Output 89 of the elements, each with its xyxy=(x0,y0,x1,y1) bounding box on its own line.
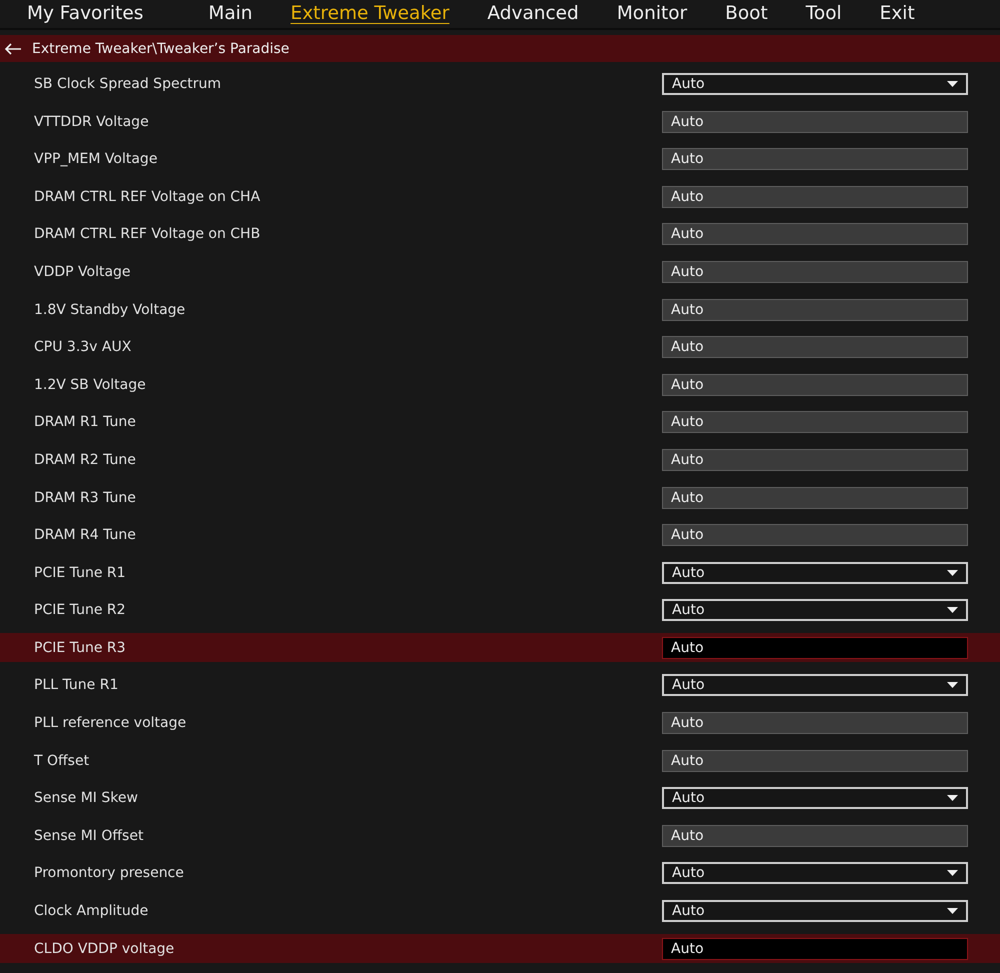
input-field[interactable]: Auto xyxy=(662,186,968,208)
setting-row[interactable]: DRAM CTRL REF Voltage on CHB Auto xyxy=(0,220,1000,249)
setting-row[interactable]: PCIE Tune R1 Auto xyxy=(0,558,1000,588)
setting-row[interactable]: Sense MI Skew Auto xyxy=(0,784,1000,813)
setting-row[interactable]: DRAM R1 Tune Auto xyxy=(0,408,1000,437)
back-arrow-icon[interactable] xyxy=(4,42,22,54)
caret-icon xyxy=(947,795,958,802)
setting-label: PCIE Tune R3 xyxy=(34,640,127,656)
setting-label: Clock Amplitude xyxy=(34,903,150,920)
selected-row-highlight[interactable]: CLDO VDDP voltage Auto xyxy=(0,934,1000,964)
setting-row[interactable]: 1.8V Standby Voltage Auto xyxy=(0,295,1000,324)
input-field[interactable]: Auto xyxy=(662,712,968,734)
input-field[interactable]: Auto xyxy=(662,148,968,170)
setting-label: DRAM R1 Tune xyxy=(34,414,137,430)
setting-row[interactable]: Clock Amplitude Auto xyxy=(0,896,1000,926)
setting-label: Sense MI Offset xyxy=(34,828,144,844)
setting-label: PCIE Tune R1 xyxy=(34,564,127,581)
setting-label: T Offset xyxy=(34,752,90,769)
setting-row[interactable]: PLL Tune R1 Auto xyxy=(0,670,1000,700)
setting-row[interactable]: DRAM R2 Tune Auto xyxy=(0,445,1000,474)
setting-label: DRAM R4 Tune xyxy=(34,527,137,544)
input-field[interactable]: Auto xyxy=(662,824,968,847)
dropdown[interactable]: Auto xyxy=(662,674,968,696)
dropdown[interactable]: Auto xyxy=(662,72,968,95)
input-field[interactable]: Auto xyxy=(662,750,968,772)
menu-tab[interactable]: Tool xyxy=(806,1,842,27)
input-field[interactable]: Auto xyxy=(662,260,968,283)
caret-icon xyxy=(947,870,958,876)
input-field[interactable]: Auto xyxy=(662,298,968,321)
setting-row[interactable]: DRAM R4 Tune Auto xyxy=(0,520,1000,550)
menu-tab[interactable]: Extreme Tweaker xyxy=(290,1,450,27)
menu-tab[interactable]: Exit xyxy=(880,1,915,27)
setting-label: CLDO VDDP voltage xyxy=(34,940,176,957)
setting-row[interactable]: DRAM CTRL REF Voltage on CHA Auto xyxy=(0,182,1000,212)
menu-tab[interactable]: Main xyxy=(208,1,253,27)
setting-row[interactable]: VPP_MEM Voltage Auto xyxy=(0,144,1000,174)
dropdown[interactable]: Auto xyxy=(662,787,968,810)
input-field[interactable]: Auto xyxy=(662,374,968,396)
setting-row[interactable]: DRAM R3 Tune Auto xyxy=(0,483,1000,512)
setting-label: PLL reference voltage xyxy=(34,715,188,732)
setting-label: DRAM CTRL REF Voltage on CHA xyxy=(34,188,262,205)
caret-icon xyxy=(947,908,958,914)
dropdown[interactable]: Auto xyxy=(662,562,968,584)
setting-label: CPU 3.3v AUX xyxy=(34,339,132,356)
input-field[interactable]: Auto xyxy=(662,938,968,960)
breadcrumb-path: Extreme Tweaker\Tweaker’s Paradise xyxy=(32,40,290,56)
setting-row[interactable]: VDDP Voltage Auto xyxy=(0,257,1000,286)
input-field[interactable]: Auto xyxy=(662,636,968,659)
setting-label: 1.2V SB Voltage xyxy=(34,376,147,393)
input-field[interactable]: Auto xyxy=(662,524,968,546)
menu-tab[interactable]: Advanced xyxy=(487,1,579,27)
menu-tab[interactable]: Monitor xyxy=(616,1,688,27)
setting-label: VDDP Voltage xyxy=(34,264,132,280)
setting-label: DRAM R3 Tune xyxy=(34,490,137,506)
setting-row[interactable]: 1.2V SB Voltage Auto xyxy=(0,370,1000,400)
input-field[interactable]: Auto xyxy=(662,448,968,471)
dropdown[interactable]: Auto xyxy=(662,862,968,884)
setting-label: DRAM R2 Tune xyxy=(34,452,137,468)
setting-row[interactable]: PCIE Tune R2 Auto xyxy=(0,596,1000,625)
menu-tab[interactable]: My Favorites xyxy=(27,1,144,27)
caret-icon xyxy=(947,570,958,576)
setting-row[interactable]: VTTDDR Voltage Auto xyxy=(0,107,1000,136)
setting-label: 1.8V Standby Voltage xyxy=(34,302,186,318)
caret-icon xyxy=(947,80,958,87)
setting-label: PLL Tune R1 xyxy=(34,677,120,694)
setting-row[interactable]: Promontory presence Auto xyxy=(0,858,1000,888)
setting-label: PCIE Tune R2 xyxy=(34,602,127,618)
setting-row[interactable]: Sense MI Offset Auto xyxy=(0,821,1000,850)
setting-row[interactable]: SB Clock Spread Spectrum Auto xyxy=(0,69,1000,98)
dropdown[interactable]: Auto xyxy=(662,599,968,622)
dropdown[interactable]: Auto xyxy=(662,900,968,922)
setting-label: VPP_MEM Voltage xyxy=(34,151,158,168)
setting-row[interactable]: T Offset Auto xyxy=(0,746,1000,776)
input-field[interactable]: Auto xyxy=(662,486,968,509)
menu-tab[interactable]: Boot xyxy=(725,1,768,27)
setting-label: VTTDDR Voltage xyxy=(34,114,150,130)
caret-icon xyxy=(947,682,958,688)
input-field[interactable]: Auto xyxy=(662,336,968,358)
input-field[interactable]: Auto xyxy=(662,223,968,246)
setting-label: Sense MI Skew xyxy=(34,790,139,806)
input-field[interactable]: Auto xyxy=(662,110,968,133)
input-field[interactable]: Auto xyxy=(662,411,968,434)
setting-row[interactable]: PLL reference voltage Auto xyxy=(0,708,1000,738)
setting-label: Promontory presence xyxy=(34,865,185,882)
setting-row[interactable]: CPU 3.3v AUX Auto xyxy=(0,332,1000,362)
selected-row-highlight[interactable]: PCIE Tune R3 Auto xyxy=(0,633,1000,662)
setting-label: SB Clock Spread Spectrum xyxy=(34,76,222,92)
caret-icon xyxy=(947,607,958,614)
setting-label: DRAM CTRL REF Voltage on CHB xyxy=(34,226,262,242)
